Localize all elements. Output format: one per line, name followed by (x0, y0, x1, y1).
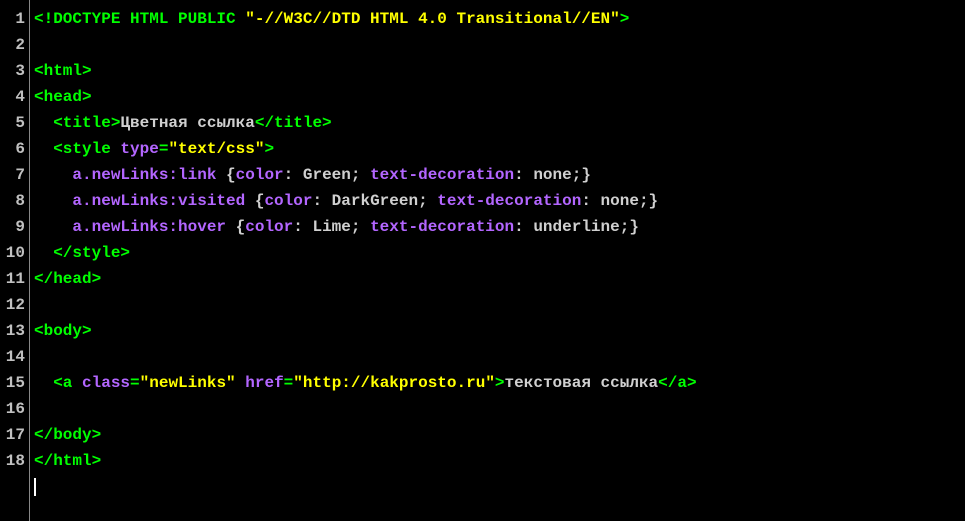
code-token: a.newLinks:link (72, 166, 226, 184)
code-line[interactable] (34, 344, 965, 370)
code-token: } (581, 166, 591, 184)
caret-line[interactable] (34, 474, 965, 500)
code-editor[interactable]: 123456789101112131415161718 <!DOCTYPE HT… (0, 0, 965, 521)
code-token: color (245, 218, 293, 236)
code-token: Цветная ссылка (120, 114, 254, 132)
code-line[interactable]: </style> (34, 240, 965, 266)
code-line[interactable]: <html> (34, 58, 965, 84)
code-token (34, 114, 53, 132)
code-token (34, 244, 53, 262)
line-number: 3 (4, 58, 25, 84)
code-token: a.newLinks:hover (72, 218, 235, 236)
code-line[interactable]: <head> (34, 84, 965, 110)
code-token: <html> (34, 62, 92, 80)
code-token: <title> (53, 114, 120, 132)
line-number: 11 (4, 266, 25, 292)
code-token: color (264, 192, 312, 210)
code-token: "newLinks" (140, 374, 236, 392)
code-token: { (226, 166, 236, 184)
code-line[interactable]: a.newLinks:hover {color: Lime; text-deco… (34, 214, 965, 240)
code-token: { (255, 192, 265, 210)
code-token: <head> (34, 88, 92, 106)
line-number: 5 (4, 110, 25, 136)
code-token: : DarkGreen; (312, 192, 437, 210)
code-line[interactable]: <title>Цветная ссылка</title> (34, 110, 965, 136)
code-line[interactable]: a.newLinks:link {color: Green; text-deco… (34, 162, 965, 188)
code-token: = (159, 140, 169, 158)
line-number: 4 (4, 84, 25, 110)
code-token: <a (53, 374, 82, 392)
code-token: > (620, 10, 630, 28)
code-line[interactable]: </body> (34, 422, 965, 448)
code-line[interactable]: <a class="newLinks" href="http://kakpros… (34, 370, 965, 396)
line-number: 8 (4, 188, 25, 214)
code-token: text-decoration (370, 166, 514, 184)
code-token: : underline; (514, 218, 629, 236)
code-line[interactable]: <style type="text/css"> (34, 136, 965, 162)
line-number: 17 (4, 422, 25, 448)
line-number: 7 (4, 162, 25, 188)
code-token: text-decoration (437, 192, 581, 210)
line-number: 6 (4, 136, 25, 162)
code-token: href (245, 374, 283, 392)
code-token: <body> (34, 322, 92, 340)
code-token (34, 140, 53, 158)
line-number: 10 (4, 240, 25, 266)
code-token: > (264, 140, 274, 158)
code-line[interactable]: </head> (34, 266, 965, 292)
code-token: type (120, 140, 158, 158)
line-number: 18 (4, 448, 25, 474)
code-token: color (236, 166, 284, 184)
code-token: = (130, 374, 140, 392)
code-line[interactable] (34, 32, 965, 58)
code-token (236, 374, 246, 392)
code-token: : Lime; (293, 218, 370, 236)
code-token: </body> (34, 426, 101, 444)
code-token: </head> (34, 270, 101, 288)
line-number: 9 (4, 214, 25, 240)
code-line[interactable] (34, 292, 965, 318)
code-token: a.newLinks:visited (72, 192, 254, 210)
code-token: </style> (53, 244, 130, 262)
line-number: 1 (4, 6, 25, 32)
code-token: { (236, 218, 246, 236)
code-token (34, 374, 53, 392)
code-token: : none; (514, 166, 581, 184)
code-line[interactable]: a.newLinks:visited {color: DarkGreen; te… (34, 188, 965, 214)
line-number: 14 (4, 344, 25, 370)
code-token: } (649, 192, 659, 210)
line-number: 15 (4, 370, 25, 396)
code-token: : none; (581, 192, 648, 210)
code-token: <style (53, 140, 120, 158)
code-token (34, 218, 72, 236)
line-number: 12 (4, 292, 25, 318)
code-line[interactable]: </html> (34, 448, 965, 474)
code-token: </html> (34, 452, 101, 470)
line-number: 13 (4, 318, 25, 344)
code-token: "-//W3C//DTD HTML 4.0 Transitional//EN" (245, 10, 619, 28)
code-token: > (495, 374, 505, 392)
code-token (34, 166, 72, 184)
code-token: } (629, 218, 639, 236)
code-area[interactable]: <!DOCTYPE HTML PUBLIC "-//W3C//DTD HTML … (30, 0, 965, 521)
code-token: "http://kakprosto.ru" (293, 374, 495, 392)
code-line[interactable]: <body> (34, 318, 965, 344)
code-token: </title> (255, 114, 332, 132)
line-number-gutter: 123456789101112131415161718 (0, 0, 30, 521)
code-token: : Green; (284, 166, 370, 184)
code-line[interactable] (34, 396, 965, 422)
code-line[interactable]: <!DOCTYPE HTML PUBLIC "-//W3C//DTD HTML … (34, 6, 965, 32)
text-caret (34, 478, 36, 496)
code-token: = (284, 374, 294, 392)
code-token: </a> (658, 374, 696, 392)
line-number: 16 (4, 396, 25, 422)
code-token: <!DOCTYPE HTML PUBLIC (34, 10, 245, 28)
line-number: 2 (4, 32, 25, 58)
code-token: text-decoration (370, 218, 514, 236)
code-token (34, 192, 72, 210)
code-token: class (82, 374, 130, 392)
code-token: текстовая ссылка (505, 374, 659, 392)
code-token: "text/css" (168, 140, 264, 158)
